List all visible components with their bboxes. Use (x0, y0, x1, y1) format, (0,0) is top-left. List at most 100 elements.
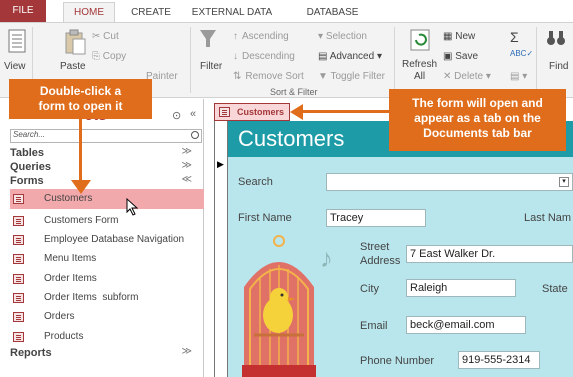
copy-label: Copy (102, 51, 127, 62)
form-body: Search ▾ First Name Tracey Last Nam ♪ St… (228, 157, 573, 377)
callout-arrow-shaft (302, 110, 390, 113)
descending-button[interactable]: ↓ Descending (233, 51, 295, 62)
callout-line: The form will open and (412, 96, 543, 110)
first-name-field[interactable]: Tracey (326, 209, 426, 227)
nav-item-label: Employee Database Navigation (44, 234, 185, 245)
nav-item-customers-form[interactable]: Customers Form (10, 211, 204, 231)
callout-arrowhead-left-icon (290, 104, 303, 120)
form-icon (13, 293, 24, 303)
form-icon (13, 254, 24, 264)
nav-search-input[interactable]: Search... (10, 129, 202, 143)
form-icon (13, 216, 24, 226)
find-button[interactable]: Find (549, 61, 568, 72)
category-label: Tables (10, 147, 45, 159)
tab-file[interactable]: FILE (0, 0, 46, 22)
callout-arrowhead-down-icon (71, 180, 91, 194)
callout-arrow-shaft (79, 119, 82, 182)
ribbon-separator (394, 27, 395, 93)
refresh-all-label: All (414, 71, 426, 82)
document-tab-customers[interactable]: Customers (214, 103, 290, 121)
cut-button[interactable]: ✂ Cut (92, 31, 119, 42)
filter-button[interactable]: Filter (200, 61, 222, 72)
email-label: Email (360, 320, 388, 332)
remove-sort-button[interactable]: ⇅ Remove Sort (233, 71, 304, 82)
totals-icon[interactable]: Σ (510, 29, 519, 45)
cut-label: Cut (103, 31, 119, 42)
last-name-label: Last Nam (524, 212, 572, 224)
nav-item-label: Order Items (44, 273, 97, 284)
form-icon (13, 235, 24, 245)
form-icon (13, 274, 24, 284)
nav-item-menu-items[interactable]: Menu Items (10, 249, 204, 269)
expand-icon: ≫ (181, 346, 192, 357)
view-button[interactable]: View (4, 61, 26, 72)
address-label: Address (360, 255, 401, 267)
callout-line: Double-click a (39, 84, 122, 98)
category-queries[interactable]: Queries ≫ (10, 160, 202, 174)
record-selector-icon[interactable]: ▶ (217, 159, 224, 170)
more-icon[interactable]: ▤ ▾ (510, 71, 527, 82)
selection-button[interactable]: ▾ Selection (318, 31, 367, 42)
paste-icon[interactable] (64, 29, 86, 58)
category-forms[interactable]: Forms ≪ (10, 174, 202, 188)
nav-item-customers[interactable]: Customers (10, 189, 204, 209)
nav-item-order-items[interactable]: Order Items (10, 269, 204, 289)
save-record-button[interactable]: ▣ Save (443, 51, 478, 62)
filter-icon[interactable] (199, 29, 217, 52)
search-combobox[interactable]: ▾ (326, 173, 573, 191)
category-tables[interactable]: Tables ≫ (10, 146, 202, 160)
nav-item-label: Customers Form (44, 215, 119, 226)
copy-button[interactable]: ⎘ Copy (92, 51, 126, 62)
binoculars-icon[interactable] (546, 29, 566, 50)
callout-line: appear as a tab on the (414, 111, 541, 125)
delete-label: Delete (454, 71, 484, 82)
city-field[interactable]: Raleigh (406, 279, 516, 297)
tab-create[interactable]: CREATE (124, 4, 178, 22)
new-record-button[interactable]: ▦ New (443, 31, 475, 42)
tab-home[interactable]: HOME (63, 2, 115, 23)
bird-cage-illustration (234, 227, 324, 377)
document-tab-label: Customers (237, 107, 285, 117)
view-icon[interactable] (8, 29, 26, 56)
street-address-field[interactable]: 7 East Walker Dr. (406, 245, 573, 263)
mouse-cursor-icon (126, 197, 139, 219)
paste-button[interactable]: Paste (60, 61, 86, 72)
nav-item-employee-database-navigation[interactable]: Employee Database Navigation (10, 230, 204, 250)
search-icon[interactable] (191, 131, 199, 139)
callout-form-tab: The form will open and appear as a tab o… (389, 89, 566, 151)
sort-filter-group-label: Sort & Filter (270, 87, 318, 97)
nav-item-orders[interactable]: Orders (10, 307, 204, 327)
remove-sort-label: Remove Sort (245, 71, 304, 82)
delete-record-button[interactable]: ✕ Delete ▾ (443, 71, 491, 82)
nav-item-products[interactable]: Products (10, 327, 204, 347)
spelling-icon[interactable]: ABC✓ (510, 49, 533, 58)
form-icon (219, 107, 230, 117)
form-title: Customers (238, 126, 345, 151)
form-icon (13, 194, 24, 204)
refresh-icon[interactable] (410, 29, 430, 54)
street-label: Street (360, 241, 390, 253)
nav-item-order-items-subform[interactable]: Order Items subform (10, 288, 204, 308)
refresh-button[interactable]: Refresh (402, 59, 437, 70)
nav-item-label: Orders (44, 311, 75, 322)
tab-database-tools[interactable]: DATABASE TOOLS (290, 4, 375, 36)
nav-item-label: Order Items subform (44, 292, 139, 303)
nav-collapse-icon[interactable]: « (190, 108, 196, 120)
new-label: New (455, 31, 476, 42)
nav-dropdown-icon[interactable]: ⊙ (172, 109, 181, 122)
ascending-label: Ascending (242, 31, 289, 42)
phone-number-field[interactable]: 919-555-2314 (458, 351, 540, 369)
advanced-button[interactable]: ▤ Advanced ▾ (318, 51, 382, 62)
toggle-filter-label: Toggle Filter (330, 71, 385, 82)
toggle-filter-button[interactable]: ▼ Toggle Filter (318, 71, 385, 82)
category-label: Reports (10, 347, 52, 359)
chevron-down-icon[interactable]: ▾ (559, 177, 569, 187)
selection-label: Selection (325, 31, 367, 42)
nav-search-placeholder: Search... (13, 130, 46, 139)
callout-double-click: Double-click a form to open it (9, 79, 152, 119)
email-field[interactable]: beck@email.com (406, 316, 526, 334)
category-reports[interactable]: Reports ≫ (10, 346, 202, 360)
tab-external-data[interactable]: EXTERNAL DATA (189, 4, 275, 22)
save-label: Save (455, 51, 479, 62)
ascending-button[interactable]: ↑ Ascending (233, 31, 289, 42)
